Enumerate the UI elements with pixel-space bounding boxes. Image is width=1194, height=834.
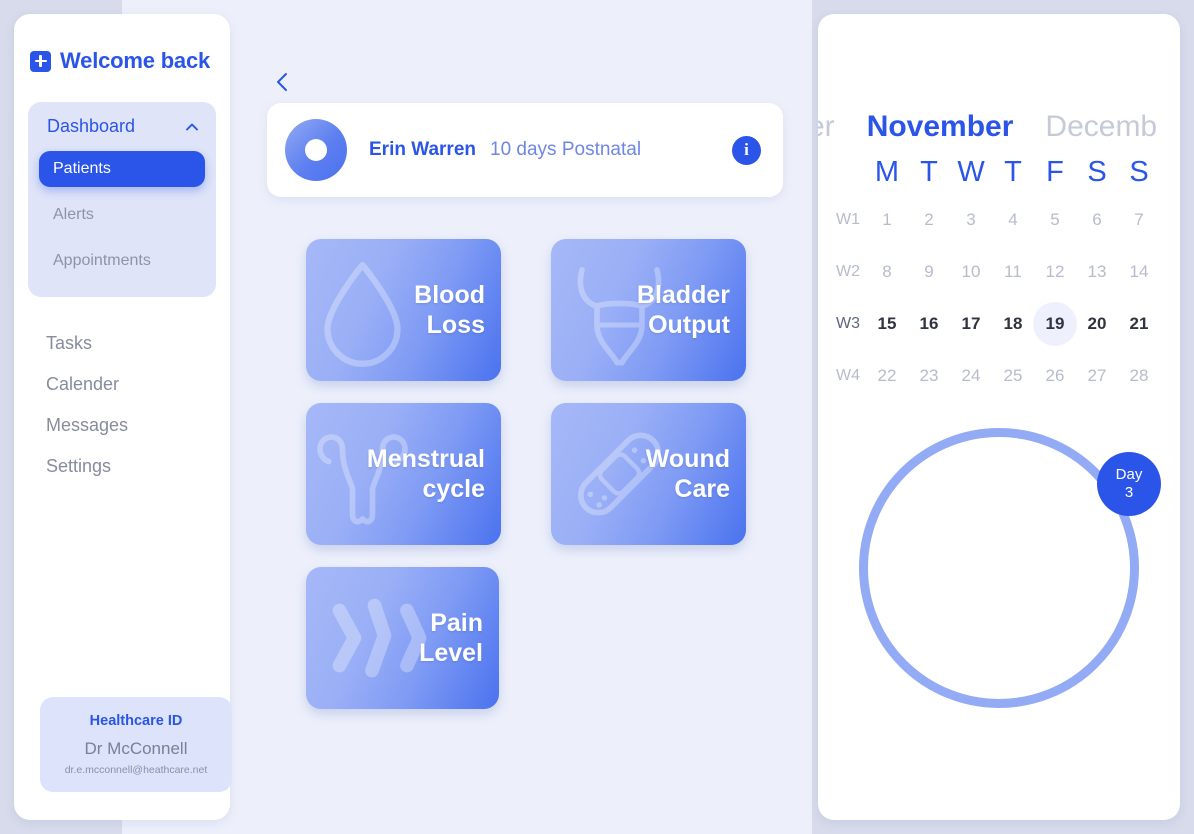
sidebar-item-settings[interactable]: Settings	[14, 446, 230, 487]
calendar-day[interactable]: 2	[908, 197, 950, 243]
sidebar-item-tasks[interactable]: Tasks	[14, 323, 230, 364]
plus-square-icon	[30, 50, 51, 72]
metric-tile-row: Menstrual cycle Wound Care	[306, 403, 746, 545]
info-icon[interactable]: i	[732, 135, 761, 165]
progress-ring: Day 3	[859, 428, 1161, 708]
calendar-day[interactable]: 11	[992, 249, 1034, 295]
calendar-day[interactable]: 1	[866, 197, 908, 243]
blood-drop-icon	[306, 248, 425, 373]
dow-mon: M	[874, 156, 900, 188]
month-prev[interactable]: er	[818, 110, 851, 144]
calendar-day[interactable]: 20	[1076, 301, 1118, 347]
day-badge-value: 3	[1124, 484, 1134, 501]
calendar-day[interactable]: 4	[992, 197, 1034, 243]
week-label-w3: W3	[836, 315, 860, 332]
calendar-day[interactable]: 21	[1118, 301, 1160, 347]
calendar-day[interactable]: 7	[1118, 197, 1160, 243]
calendar-day[interactable]: 26	[1034, 353, 1076, 399]
calendar-day[interactable]: 25	[992, 353, 1034, 399]
week-label-w4: W4	[836, 367, 860, 384]
dow-sat: S	[1087, 156, 1107, 188]
chevron-up-icon[interactable]	[184, 119, 200, 135]
back-button[interactable]	[270, 68, 296, 96]
brand: Welcome back	[14, 14, 230, 74]
month-current[interactable]: November	[851, 110, 1030, 144]
metric-tile-label: Menstrual cycle	[366, 444, 485, 504]
calendar-day[interactable]: 8	[866, 249, 908, 295]
app-root: Welcome back Dashboard Patients Alerts A…	[0, 0, 1194, 834]
patient-name: Erin Warren	[369, 139, 476, 160]
patient-header-card[interactable]: Erin Warren 10 days Postnatal i	[267, 103, 783, 197]
metric-tile-label: Wound Care	[645, 444, 730, 504]
metric-tile-label: Bladder Output	[636, 280, 730, 340]
dow-wed: W	[957, 156, 985, 188]
sidebar-item-alerts[interactable]: Alerts	[39, 197, 205, 233]
calendar-day[interactable]: 5	[1034, 197, 1076, 243]
month-carousel[interactable]: er November Decemb	[818, 110, 1157, 144]
metric-tile-blood-loss[interactable]: Blood Loss	[306, 239, 501, 381]
metric-tile-label: Blood Loss	[414, 280, 485, 340]
calendar-panel: er November Decemb M T W T F S S W1 1 2 …	[818, 14, 1180, 820]
sidebar: Welcome back Dashboard Patients Alerts A…	[14, 14, 232, 820]
week-label-w1: W1	[836, 211, 860, 228]
calendar-day[interactable]: 3	[950, 197, 992, 243]
metric-tile-menstrual-cycle[interactable]: Menstrual cycle	[306, 403, 501, 545]
calendar-day[interactable]: 18	[992, 301, 1034, 347]
calendar-day[interactable]: 22	[866, 353, 908, 399]
sidebar-item-patients[interactable]: Patients	[39, 151, 205, 187]
calendar-day[interactable]: 27	[1076, 353, 1118, 399]
week-label-w2: W2	[836, 263, 860, 280]
metric-tile-wound-care[interactable]: Wound Care	[551, 403, 746, 545]
sidebar-group-header[interactable]: Dashboard	[28, 112, 216, 141]
calendar-day[interactable]: 10	[950, 249, 992, 295]
calendar-day[interactable]: 13	[1076, 249, 1118, 295]
brand-label: Welcome back	[60, 48, 211, 73]
dow-sun: S	[1129, 156, 1149, 188]
sidebar-item-appointments[interactable]: Appointments	[39, 243, 205, 279]
sidebar-group-dashboard: Dashboard Patients Alerts Appointments	[28, 102, 216, 297]
dow-thu: T	[1004, 156, 1022, 188]
healthcare-id-card[interactable]: Healthcare ID Dr McConnell dr.e.mcconnel…	[40, 697, 232, 792]
calendar-day[interactable]: 9	[908, 249, 950, 295]
metric-tile-pain-level[interactable]: Pain Level	[306, 567, 499, 709]
day-badge[interactable]: Day 3	[1097, 452, 1161, 516]
healthcare-id-email: dr.e.mcconnell@heathcare.net	[64, 764, 208, 776]
calendar-day[interactable]: 6	[1076, 197, 1118, 243]
healthcare-id-name: Dr McConnell	[84, 739, 188, 758]
healthcare-id-title: Healthcare ID	[89, 713, 183, 729]
calendar-day[interactable]: 14	[1118, 249, 1160, 295]
metric-tile-bladder-output[interactable]: Bladder Output	[551, 239, 746, 381]
metric-tiles: Blood Loss Bladder Output Menstrual cycl…	[306, 239, 746, 731]
calendar-day-selected[interactable]: 19	[1033, 301, 1077, 347]
dow-tue: T	[920, 156, 938, 188]
calendar-day[interactable]: 16	[908, 301, 950, 347]
calendar-grid: M T W T F S S W1 1 2 3 4 5 6 7 W2 8 9 10…	[830, 156, 1160, 399]
sidebar-item-messages[interactable]: Messages	[14, 405, 230, 446]
metric-tile-row: Pain Level	[306, 567, 746, 709]
metric-tile-row: Blood Loss Bladder Output	[306, 239, 746, 381]
sidebar-nav: Tasks Calender Messages Settings	[14, 323, 230, 487]
calendar-day[interactable]: 12	[1034, 249, 1076, 295]
avatar-inner-hole	[305, 139, 327, 161]
patient-status: 10 days Postnatal	[490, 139, 642, 160]
calendar-day[interactable]: 23	[908, 353, 950, 399]
sidebar-group-title: Dashboard	[47, 116, 136, 136]
calendar-day[interactable]: 15	[866, 301, 908, 347]
month-next[interactable]: Decemb	[1029, 110, 1173, 144]
day-badge-label: Day	[1115, 465, 1143, 483]
calendar-day[interactable]: 17	[950, 301, 992, 347]
sidebar-item-calender[interactable]: Calender	[14, 364, 230, 405]
metric-tile-label: Pain Level	[419, 608, 483, 668]
calendar-day[interactable]: 28	[1118, 353, 1160, 399]
progress-ring-track	[859, 428, 1139, 708]
calendar-day[interactable]: 24	[950, 353, 992, 399]
dow-fri: F	[1046, 156, 1064, 188]
avatar	[285, 119, 347, 181]
